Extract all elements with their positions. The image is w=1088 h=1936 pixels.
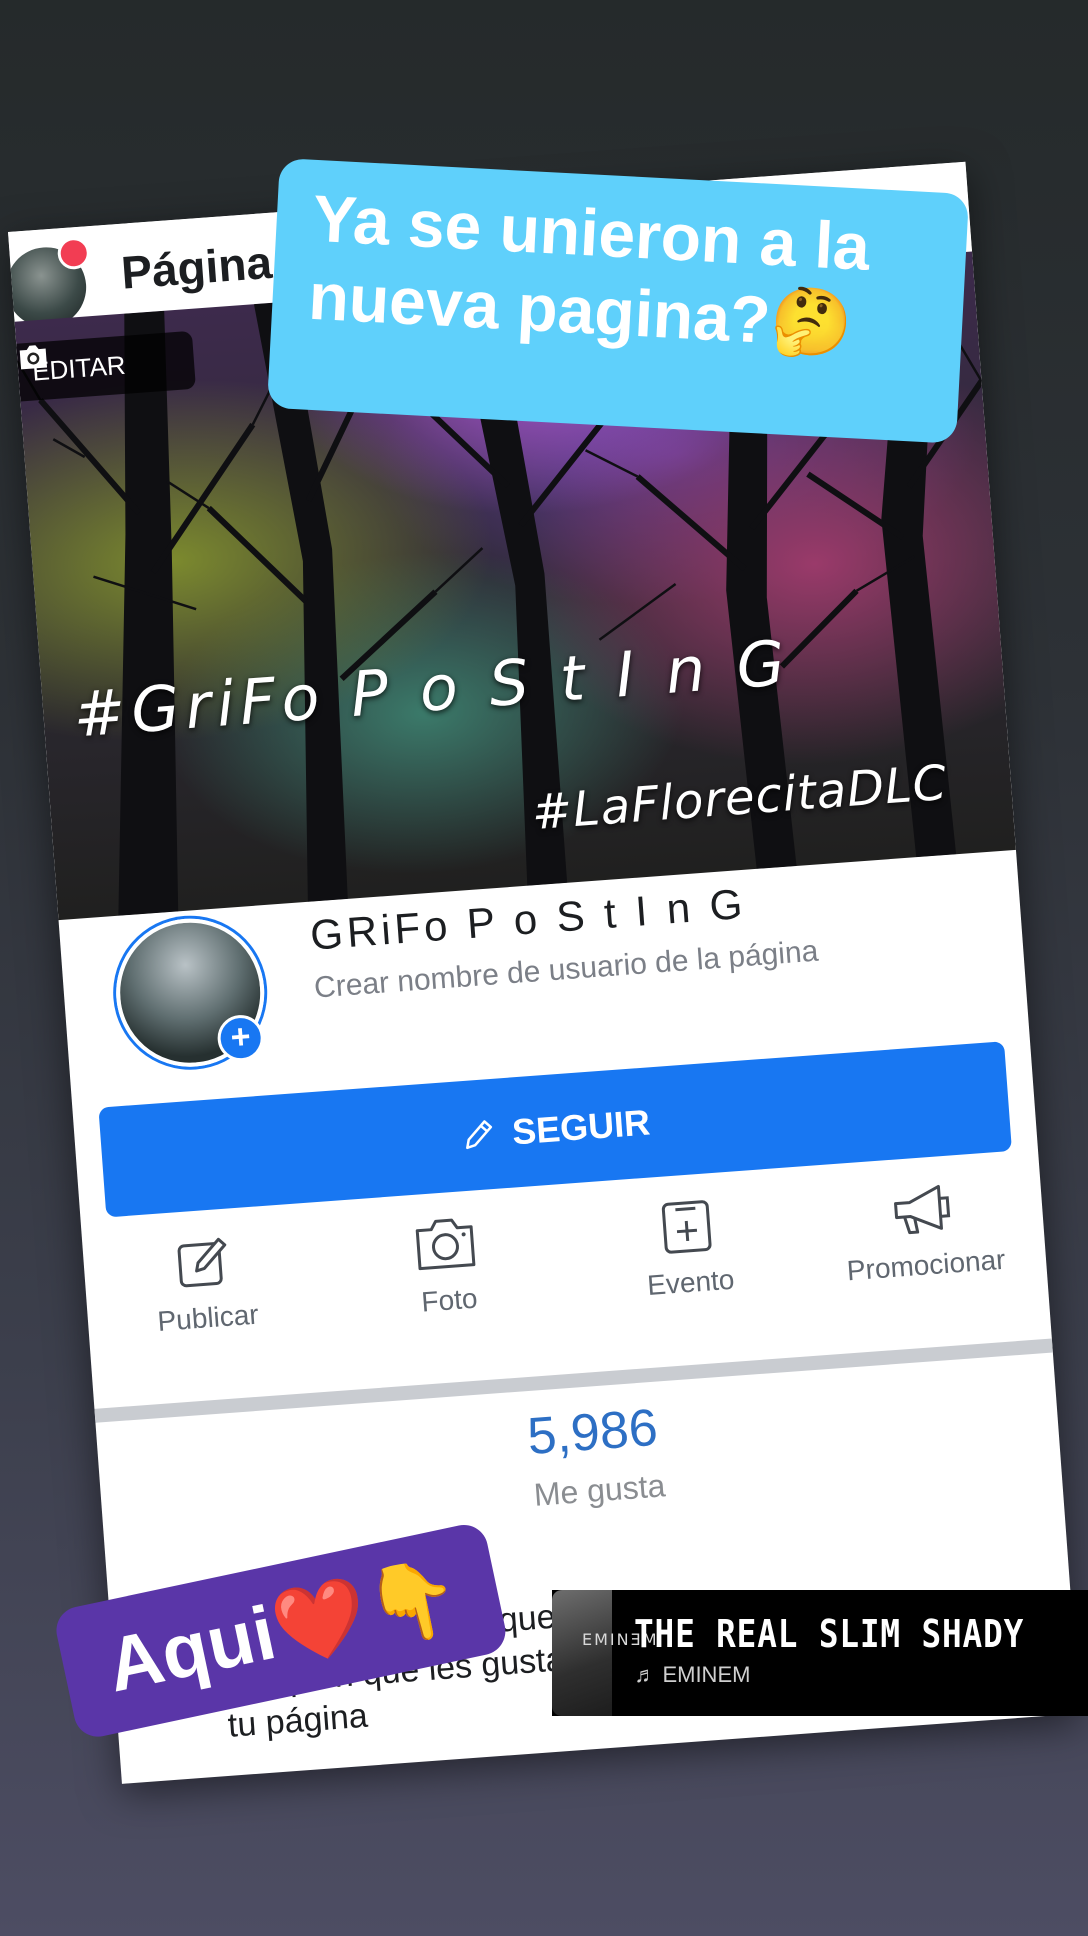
likes-label: Me gusta (532, 1467, 667, 1513)
pencil-icon (466, 1120, 493, 1150)
calendar-add-icon (661, 1200, 712, 1254)
music-note-icon: ♬ (634, 1662, 657, 1687)
action-publicar-label: Publicar (156, 1298, 260, 1337)
action-foto-label: Foto (420, 1282, 479, 1318)
action-evento-label: Evento (646, 1263, 736, 1301)
music-sticker[interactable]: EMINƎM THE REAL SLIM SHADY ♬ EMINEM (552, 1590, 1088, 1716)
action-promocionar[interactable]: Promocionar (800, 1171, 1047, 1290)
artist-row: ♬ EMINEM (634, 1662, 1088, 1688)
page-title: Página (119, 235, 274, 299)
album-cover: EMINƎM (552, 1590, 657, 1716)
follow-label: SEGUIR (510, 1101, 652, 1153)
megaphone-icon (894, 1184, 951, 1235)
action-promocionar-label: Promocionar (845, 1243, 1007, 1287)
action-evento[interactable]: Evento (585, 1190, 792, 1306)
likes-count[interactable]: 5,986 (525, 1398, 660, 1467)
edit-icon (177, 1237, 227, 1288)
caption-sticker-top: Ya se unieron a la nueva pagina?🤔 (266, 158, 970, 444)
action-foto[interactable]: Foto (343, 1207, 550, 1323)
caption-top-text: Ya se unieron a la nueva pagina?🤔 (306, 180, 872, 362)
camera-icon (19, 345, 48, 370)
camera-icon (415, 1218, 476, 1271)
song-title: THE REAL SLIM SHADY (634, 1612, 1025, 1656)
artist-name: EMINEM (662, 1662, 751, 1687)
story-canvas: Página EDITAR #GriFo P o S t I n G #LaFl… (0, 0, 1088, 1936)
action-publicar[interactable]: Publicar (102, 1225, 309, 1341)
music-info: THE REAL SLIM SHADY ♬ EMINEM (612, 1590, 1088, 1716)
